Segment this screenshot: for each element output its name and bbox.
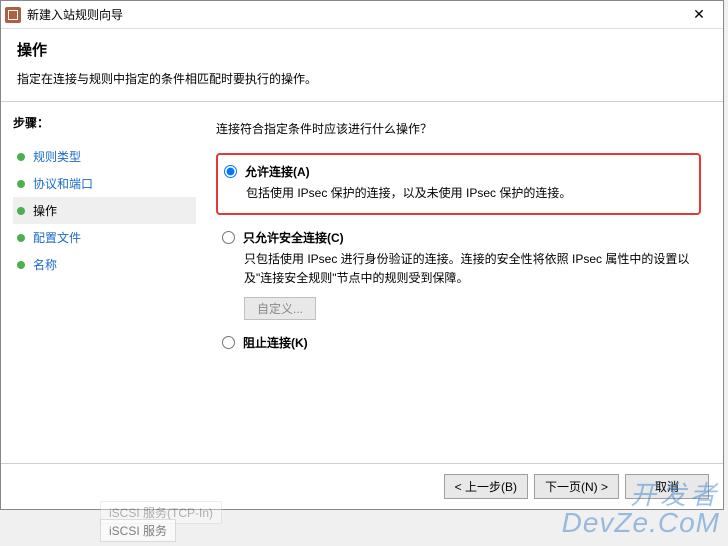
sidebar-item-label: 配置文件 (33, 229, 81, 246)
option-secure-title: 只允许安全连接(C) (243, 229, 344, 246)
sidebar-item-label: 名称 (33, 256, 57, 273)
watermark-en: DevZe.CoM (562, 507, 720, 538)
option-secure-desc: 只包括使用 IPsec 进行身份验证的连接。连接的安全性将依照 IPsec 属性… (244, 250, 701, 288)
option-allow-title: 允许连接(A) (245, 163, 310, 180)
option-secure-row[interactable]: 只允许安全连接(C) (222, 229, 701, 246)
sidebar-item-action[interactable]: 操作 (13, 197, 196, 224)
next-button[interactable]: 下一页(N) > (534, 474, 619, 499)
wizard-body: 步骤： 规则类型 协议和端口 操作 配置文件 名称 连接 (1, 102, 723, 463)
sidebar-item-profile[interactable]: 配置文件 (13, 224, 196, 251)
firewall-icon (5, 7, 21, 23)
sidebar-title: 步骤： (13, 114, 196, 131)
option-allow-highlight: 允许连接(A) 包括使用 IPsec 保护的连接，以及未使用 IPsec 保护的… (216, 153, 701, 215)
radio-block[interactable] (222, 336, 235, 349)
step-bullet-icon (17, 153, 25, 161)
background-grid-row: iSCSI 服务 (100, 519, 176, 542)
sidebar-item-protocol-ports[interactable]: 协议和端口 (13, 170, 196, 197)
sidebar-item-label: 协议和端口 (33, 175, 93, 192)
close-button[interactable]: ✕ (679, 2, 719, 28)
window-title: 新建入站规则向导 (27, 6, 679, 23)
step-bullet-icon (17, 234, 25, 242)
wizard-main: 连接符合指定条件时应该进行什么操作？ 允许连接(A) 包括使用 IPsec 保护… (196, 102, 723, 463)
sidebar-item-name[interactable]: 名称 (13, 251, 196, 278)
sidebar-item-label: 操作 (33, 202, 57, 219)
sidebar-item-label: 规则类型 (33, 148, 81, 165)
page-title: 操作 (17, 39, 707, 60)
step-bullet-icon (17, 261, 25, 269)
page-subtitle: 指定在连接与规则中指定的条件相匹配时要执行的操作。 (17, 70, 707, 87)
wizard-window: 新建入站规则向导 ✕ 操作 指定在连接与规则中指定的条件相匹配时要执行的操作。 … (0, 0, 724, 510)
back-button[interactable]: < 上一步(B) (444, 474, 528, 499)
titlebar: 新建入站规则向导 ✕ (1, 1, 723, 29)
option-allow-row[interactable]: 允许连接(A) (224, 163, 689, 180)
option-block-group: 阻止连接(K) (216, 334, 701, 351)
step-bullet-icon (17, 180, 25, 188)
option-block-row[interactable]: 阻止连接(K) (222, 334, 701, 351)
option-block-title: 阻止连接(K) (243, 334, 308, 351)
wizard-header: 操作 指定在连接与规则中指定的条件相匹配时要执行的操作。 (1, 29, 723, 102)
radio-allow[interactable] (224, 165, 237, 178)
step-bullet-icon (17, 207, 25, 215)
option-secure-group: 只允许安全连接(C) 只包括使用 IPsec 进行身份验证的连接。连接的安全性将… (216, 229, 701, 319)
radio-secure[interactable] (222, 231, 235, 244)
customize-button: 自定义... (244, 297, 316, 320)
cancel-button[interactable]: 取消 (625, 474, 709, 499)
sidebar-item-rule-type[interactable]: 规则类型 (13, 143, 196, 170)
option-allow-desc: 包括使用 IPsec 保护的连接，以及未使用 IPsec 保护的连接。 (246, 184, 689, 203)
action-prompt: 连接符合指定条件时应该进行什么操作？ (216, 120, 701, 137)
steps-sidebar: 步骤： 规则类型 协议和端口 操作 配置文件 名称 (1, 102, 196, 463)
